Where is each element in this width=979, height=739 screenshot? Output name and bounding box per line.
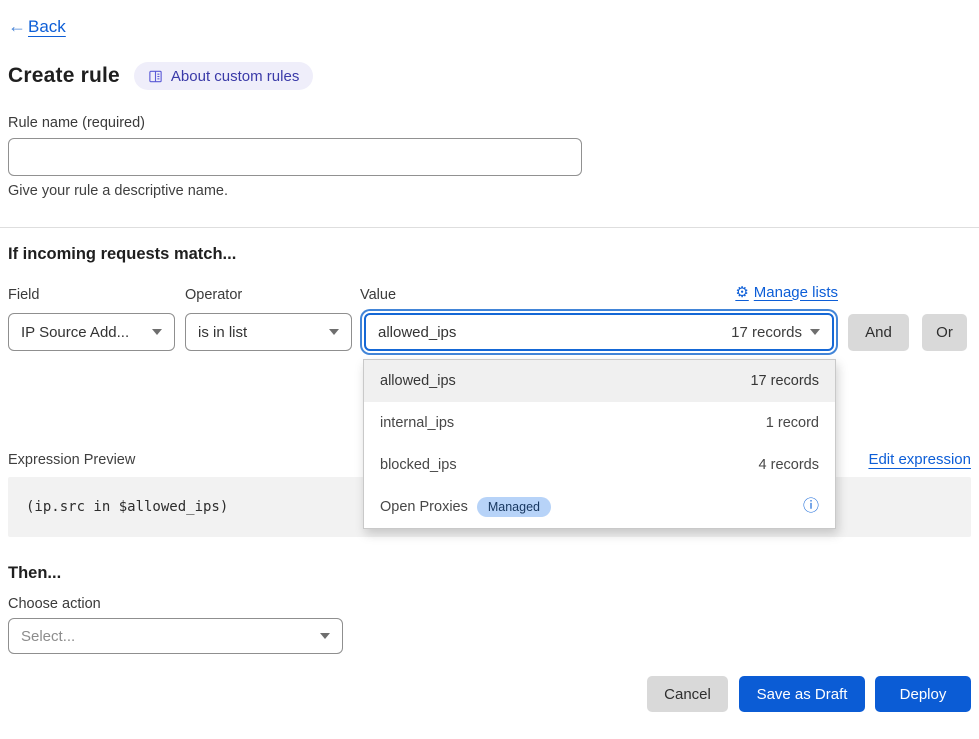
rule-name-label: Rule name (required) — [8, 115, 971, 131]
value-column: Value ⚙ Manage lists allowed_ips 17 reco… — [360, 287, 838, 351]
deploy-button[interactable]: Deploy — [875, 676, 971, 712]
rule-name-helper: Give your rule a descriptive name. — [8, 183, 971, 199]
chevron-down-icon — [329, 329, 339, 335]
list-option-allowed-ips[interactable]: allowed_ips 17 records — [364, 360, 835, 402]
chevron-down-icon — [810, 329, 820, 335]
save-as-draft-button[interactable]: Save as Draft — [739, 676, 865, 712]
field-select-value: IP Source Add... — [21, 324, 129, 341]
operator-select-value: is in list — [198, 324, 247, 341]
operator-label: Operator — [185, 287, 352, 313]
then-heading: Then... — [8, 564, 971, 583]
operator-select[interactable]: is in list — [185, 313, 352, 351]
field-column: Field IP Source Add... — [8, 287, 175, 351]
operator-column: Operator is in list — [185, 287, 352, 351]
list-option-open-proxies[interactable]: Open Proxies Managed ⓘ — [364, 486, 835, 528]
value-select-selected: allowed_ips — [378, 324, 456, 341]
page-title: Create rule — [8, 64, 120, 88]
field-select[interactable]: IP Source Add... — [8, 313, 175, 351]
expression-code: (ip.src in $allowed_ips) — [26, 499, 228, 515]
list-option-blocked-ips[interactable]: blocked_ips 4 records — [364, 444, 835, 486]
cancel-button[interactable]: Cancel — [647, 676, 728, 712]
lists-dropdown: allowed_ips 17 records internal_ips 1 re… — [363, 359, 836, 529]
list-option-name: internal_ips — [380, 415, 454, 431]
manage-lists-label: Manage lists — [754, 284, 838, 301]
action-select[interactable]: Select... — [8, 618, 343, 654]
value-select-count: 17 records — [731, 324, 802, 341]
edit-expression-link[interactable]: Edit expression — [868, 451, 971, 468]
and-button[interactable]: And — [848, 314, 909, 351]
manage-lists-link[interactable]: ⚙ Manage lists — [735, 283, 838, 301]
field-label: Field — [8, 287, 175, 313]
gear-icon: ⚙ — [735, 283, 748, 301]
back-row: ←Back — [8, 0, 971, 37]
rule-name-input[interactable] — [8, 138, 582, 176]
list-option-name: blocked_ips — [380, 457, 457, 473]
chevron-down-icon — [320, 633, 330, 639]
match-section-heading: If incoming requests match... — [8, 245, 971, 264]
managed-badge: Managed — [477, 497, 551, 517]
back-link-label: Back — [28, 17, 66, 37]
about-custom-rules-link[interactable]: About custom rules — [134, 62, 313, 90]
chevron-down-icon — [152, 329, 162, 335]
list-option-count: 1 record — [766, 415, 819, 431]
value-label: Value — [360, 287, 396, 313]
criteria-row: Field IP Source Add... Operator is in li… — [8, 287, 971, 351]
list-option-count: 4 records — [759, 457, 819, 473]
back-arrow-icon: ← — [8, 16, 26, 37]
value-header: Value ⚙ Manage lists — [360, 287, 838, 313]
section-divider — [0, 227, 979, 228]
value-select[interactable]: allowed_ips 17 records — [364, 313, 834, 351]
choose-action-label: Choose action — [8, 596, 971, 612]
title-row: Create rule About custom rules — [8, 62, 971, 90]
action-select-placeholder: Select... — [21, 628, 75, 645]
list-option-name: Open Proxies — [380, 499, 468, 515]
list-option-internal-ips[interactable]: internal_ips 1 record — [364, 402, 835, 444]
expression-preview-label: Expression Preview — [8, 452, 135, 468]
or-button[interactable]: Or — [922, 314, 967, 351]
footer-actions: Cancel Save as Draft Deploy — [8, 676, 971, 712]
create-rule-page: ←Back Create rule About custom rules Rul… — [0, 0, 979, 739]
list-option-count: 17 records — [750, 373, 819, 389]
book-icon — [148, 69, 163, 84]
list-option-name: allowed_ips — [380, 373, 456, 389]
about-badge-label: About custom rules — [171, 68, 299, 85]
info-icon[interactable]: ⓘ — [803, 499, 819, 515]
back-link[interactable]: ←Back — [8, 16, 66, 37]
